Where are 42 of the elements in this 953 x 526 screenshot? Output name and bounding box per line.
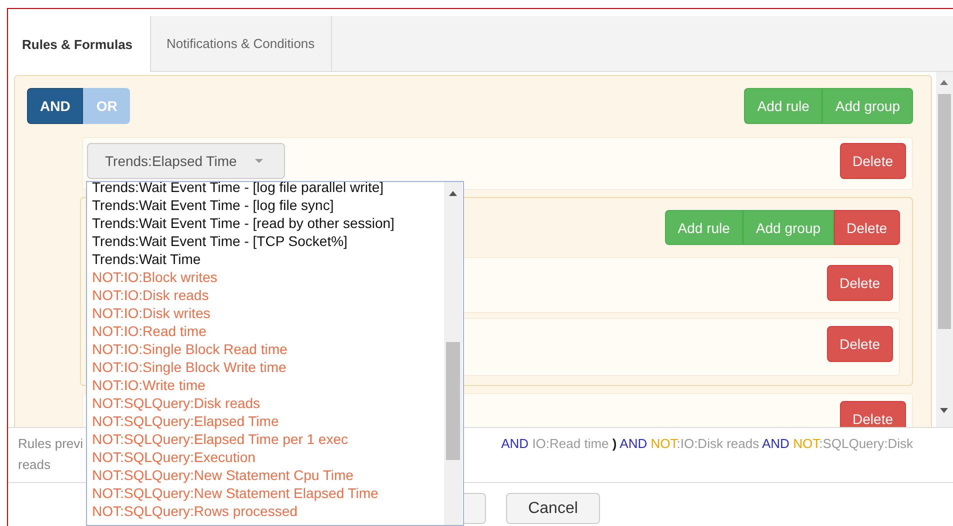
delete-button[interactable]: Delete	[826, 326, 893, 362]
tab[interactable]: Notifications & Conditions	[150, 16, 332, 71]
preview-text: reads	[18, 457, 51, 472]
scrollbar[interactable]	[444, 182, 462, 525]
add-button[interactable]: Add rule	[744, 88, 822, 124]
delete-button[interactable]: Delete	[840, 401, 906, 427]
dropdown-option[interactable]: NOT:IO:Single Block Write time	[92, 358, 437, 376]
preview-label: Rules previ	[18, 435, 84, 453]
dropdown-option[interactable]: Trends:Wait Event Time - [read by other session]	[92, 214, 437, 232]
conjunction-toggle[interactable]: AND	[27, 88, 84, 124]
dropdown-option[interactable]: NOT:SQLQuery:Rows processed	[92, 502, 437, 520]
dropdown-option[interactable]: Trends:Wait Event Time - [log file parallel write]	[92, 182, 437, 196]
dropdown-option[interactable]: NOT:SQLQuery:New Statement Cpu Time	[92, 466, 437, 484]
scrollbar[interactable]	[936, 72, 953, 427]
dropdown-option[interactable]: NOT:SQLQuery:New Statement Elapsed Time	[92, 484, 437, 502]
field-select[interactable]: Trends:Elapsed Time	[87, 143, 285, 179]
dropdown-option[interactable]: NOT:IO:Block writes	[92, 268, 437, 286]
dropdown-menu[interactable]	[86, 181, 464, 526]
add-button[interactable]: Add group	[822, 88, 913, 124]
add-button[interactable]: Add rule	[664, 210, 743, 245]
dropdown-option[interactable]: NOT:SQLQuery:Execution	[92, 448, 437, 466]
delete-button[interactable]: Delete	[840, 143, 906, 179]
dropdown-option[interactable]: Trends:Wait Event Time - [TCP Socket%]	[92, 232, 437, 250]
delete-button[interactable]: Delete	[826, 265, 893, 301]
dropdown-option[interactable]: NOT:IO:Single Block Read time	[92, 340, 437, 358]
dropdown-option[interactable]: Trends:Wait Time	[92, 250, 437, 268]
caret-icon	[254, 159, 263, 163]
tab[interactable]: Rules & Formulas	[8, 16, 151, 72]
conjunction-toggle[interactable]: OR	[83, 88, 130, 124]
dropdown-option[interactable]: NOT:IO:Disk reads	[92, 286, 437, 304]
preview-text: AND IO:Read time ) AND NOT:IO:Disk reads AND NOT:SQLQuery:Disk	[501, 435, 914, 453]
dropdown-option[interactable]: NOT:SQLQuery:Disk reads	[92, 394, 437, 412]
add-button[interactable]: Add group	[742, 210, 834, 245]
dropdown-option[interactable]: NOT:SQLQuery:Elapsed Time	[92, 412, 437, 430]
cancel-button[interactable]: Cancel	[506, 493, 600, 524]
delete-button[interactable]: Delete	[834, 210, 900, 245]
dropdown-option[interactable]: NOT:IO:Write time	[92, 376, 437, 394]
dropdown-option[interactable]: Trends:Wait Event Time - [log file sync]	[92, 196, 437, 214]
footer-button[interactable]	[464, 493, 486, 524]
dropdown-option[interactable]: NOT:IO:Read time	[92, 322, 437, 340]
dropdown-option[interactable]: NOT:IO:Disk writes	[92, 304, 437, 322]
dropdown-option[interactable]: NOT:SQLQuery:Elapsed Time per 1 exec	[92, 430, 437, 448]
